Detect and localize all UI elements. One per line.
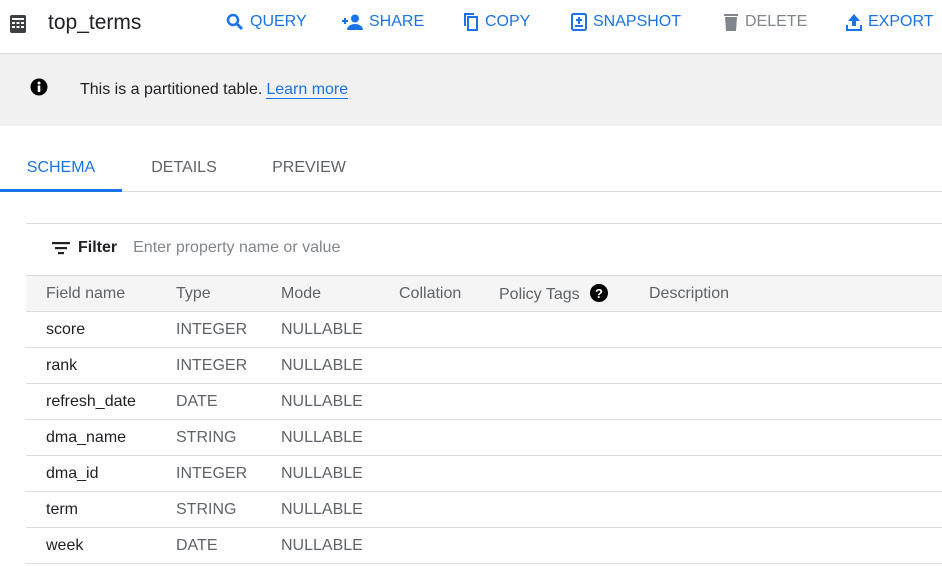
query-button[interactable]: QUERY [226,13,307,31]
filter-bar: Filter [52,239,434,257]
table-row[interactable]: refresh_date DATE NULLABLE [26,383,942,420]
empty-cell [379,383,479,420]
field-name: score [26,311,156,348]
filter-icon[interactable] [52,241,70,255]
tab-schema[interactable]: SCHEMA [0,146,122,192]
col-mode: Mode [261,275,379,312]
empty-cell [379,491,479,528]
field-name: week [26,527,156,564]
search-icon [226,13,244,31]
empty-cell [479,311,629,348]
empty-cell [629,383,942,420]
snapshot-label: SNAPSHOT [593,13,682,30]
empty-cell [479,527,629,564]
empty-cell [479,383,629,420]
empty-cell [379,455,479,492]
table-row[interactable]: score INTEGER NULLABLE [26,311,942,348]
field-mode: NULLABLE [261,527,379,564]
field-type: INTEGER [156,347,261,384]
table-row[interactable]: term STRING NULLABLE [26,491,942,528]
divider [26,223,942,224]
copy-label: COPY [485,13,531,30]
field-mode: NULLABLE [261,311,379,348]
header: top_terms QUERY SHARE COPY SNAPSHOT DELE… [0,0,942,54]
copy-button[interactable]: COPY [463,13,530,31]
query-label: QUERY [250,13,307,30]
field-mode: NULLABLE [261,491,379,528]
snapshot-icon [571,13,587,31]
share-label: SHARE [369,13,425,30]
learn-more-link[interactable]: Learn more [266,81,349,99]
field-name: dma_name [26,419,156,456]
person-add-icon [342,14,363,30]
field-name: refresh_date [26,383,156,420]
col-description: Description [629,275,942,312]
empty-cell [629,347,942,384]
field-mode: NULLABLE [261,419,379,456]
empty-cell [629,455,942,492]
upload-icon [846,14,862,31]
field-type: DATE [156,383,261,420]
field-type: STRING [156,491,261,528]
empty-cell [379,311,479,348]
empty-cell [629,527,942,564]
filter-input[interactable] [133,239,434,257]
policy-tags-label: Policy Tags [499,285,580,303]
field-type: INTEGER [156,455,261,492]
info-icon [30,78,48,101]
field-mode: NULLABLE [261,455,379,492]
help-icon[interactable]: ? [590,283,609,302]
col-field-name: Field name [26,275,156,312]
schema-table: Field name Type Mode Collation Policy Ta… [26,275,942,564]
empty-cell [629,491,942,528]
banner-message: This is a partitioned table. [80,81,263,98]
empty-cell [479,491,629,528]
tab-bar: SCHEMA DETAILS PREVIEW [0,146,942,192]
trash-icon [724,14,738,31]
field-name: rank [26,347,156,384]
copy-icon [464,13,478,31]
field-type: INTEGER [156,311,261,348]
filter-label: Filter [78,239,118,256]
delete-label: DELETE [745,13,808,30]
field-type: DATE [156,527,261,564]
col-type: Type [156,275,261,312]
empty-cell [629,311,942,348]
table-row[interactable]: week DATE NULLABLE [26,527,942,564]
export-button[interactable]: EXPORT [846,13,934,31]
table-row[interactable]: rank INTEGER NULLABLE [26,347,942,384]
info-banner: This is a partitioned table. Learn more [0,54,942,126]
tab-details[interactable]: DETAILS [132,146,236,192]
empty-cell [479,347,629,384]
export-label: EXPORT [868,13,934,30]
snapshot-button[interactable]: SNAPSHOT [571,13,681,31]
table-icon [9,14,27,39]
share-button[interactable]: SHARE [341,13,424,31]
empty-cell [629,419,942,456]
page-title: top_terms [48,11,142,34]
col-policy-tags: Policy Tags ? [479,275,629,312]
empty-cell [379,347,479,384]
table-row[interactable]: dma_name STRING NULLABLE [26,419,942,456]
table-row[interactable]: dma_id INTEGER NULLABLE [26,455,942,492]
tab-preview[interactable]: PREVIEW [258,146,360,192]
field-name: term [26,491,156,528]
field-name: dma_id [26,455,156,492]
field-type: STRING [156,419,261,456]
empty-cell [479,455,629,492]
empty-cell [379,527,479,564]
delete-button[interactable]: DELETE [723,13,807,31]
empty-cell [379,419,479,456]
svg-text:?: ? [595,286,603,301]
col-collation: Collation [379,275,479,312]
empty-cell [479,419,629,456]
field-mode: NULLABLE [261,347,379,384]
field-mode: NULLABLE [261,383,379,420]
